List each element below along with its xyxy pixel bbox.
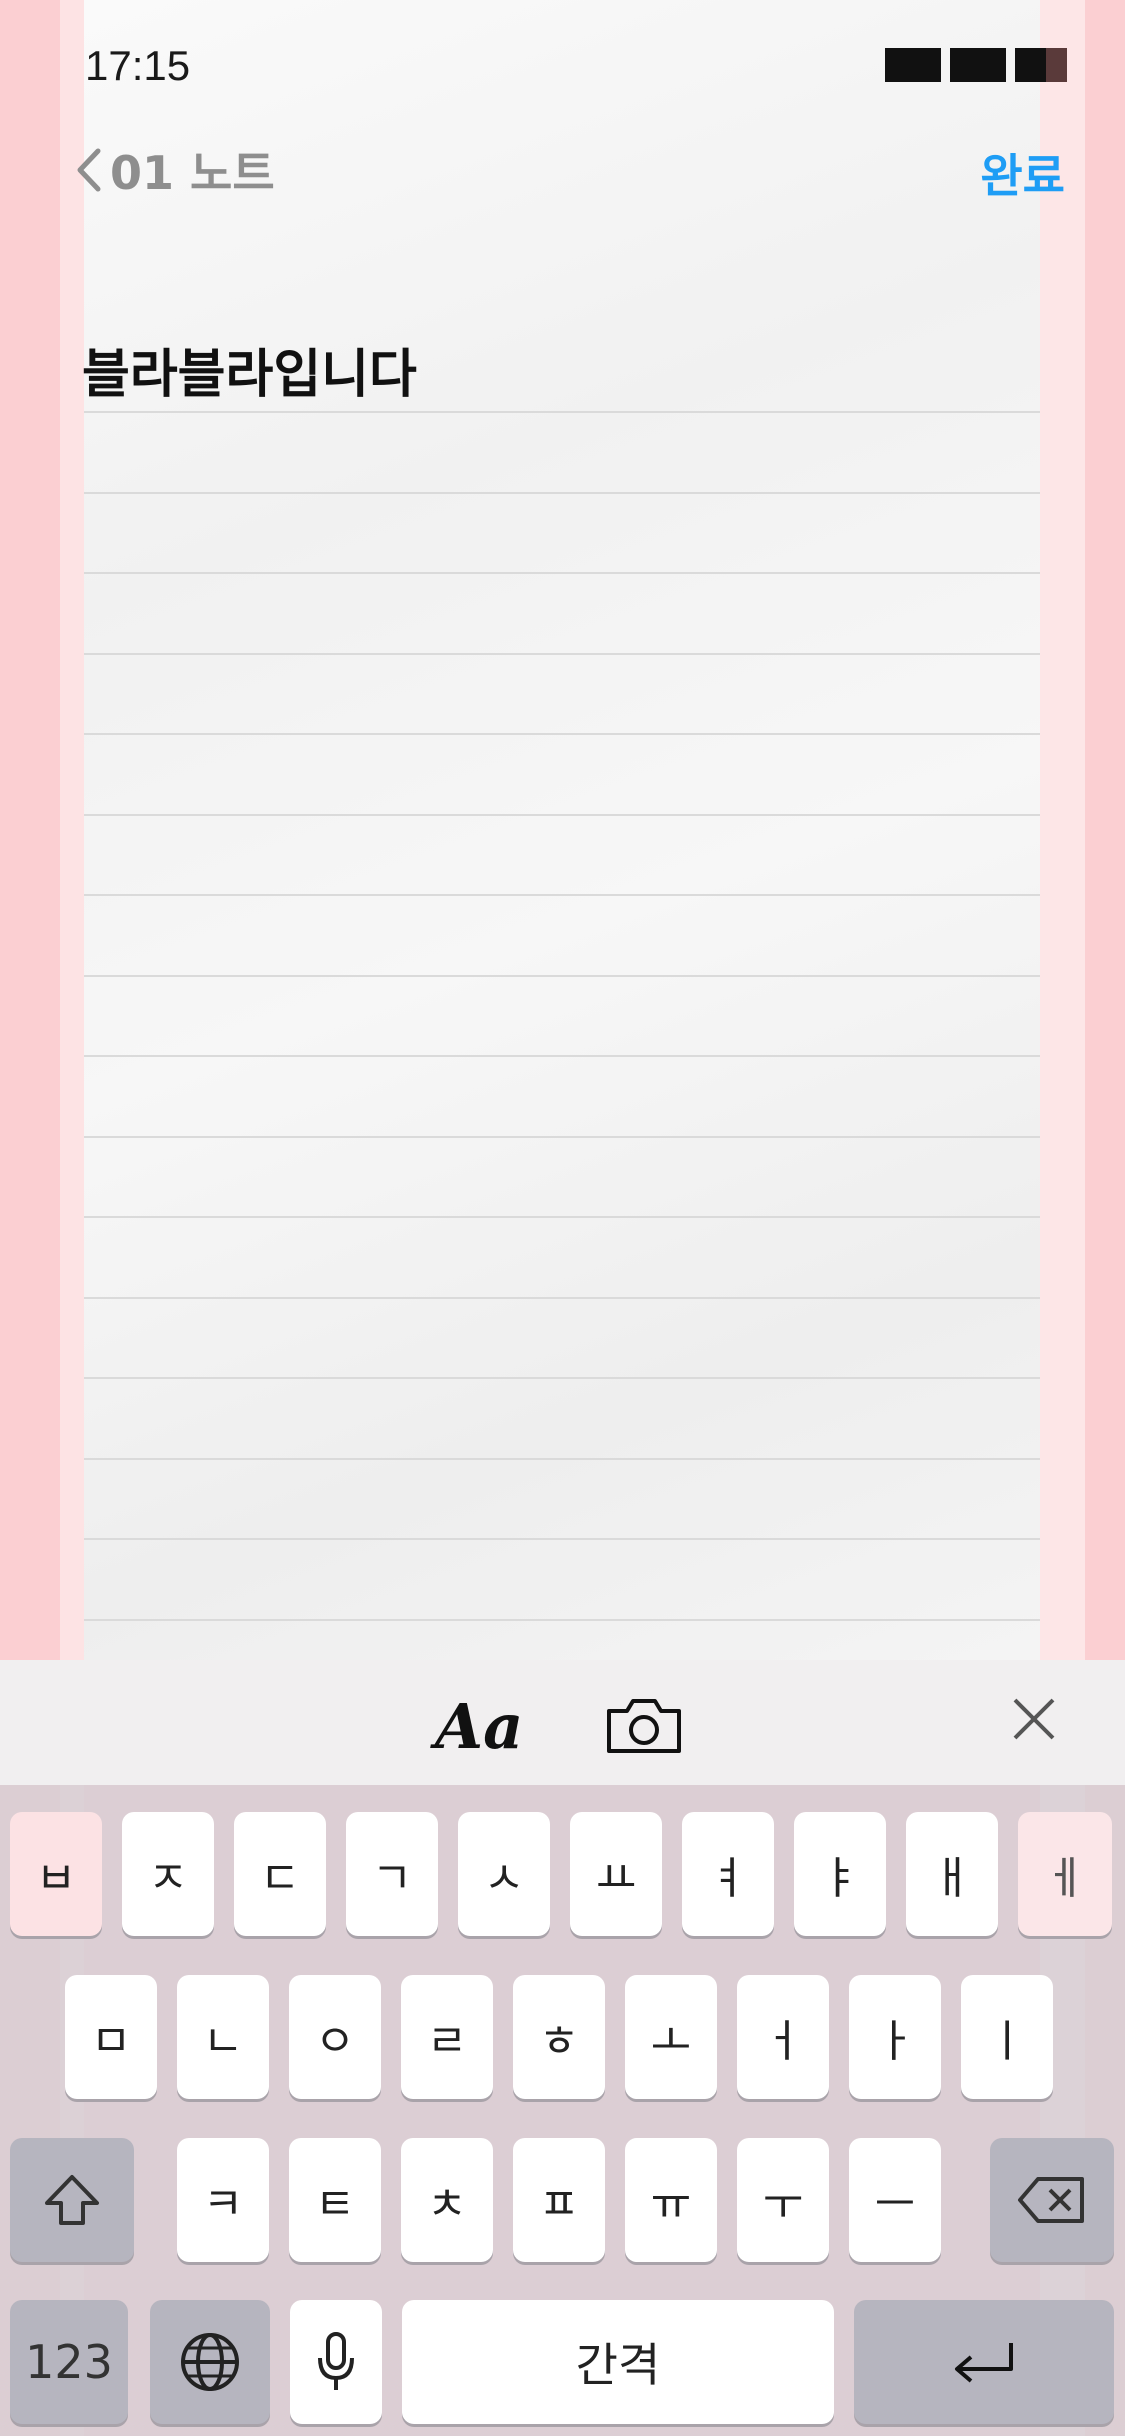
key[interactable]: ㅅ [458, 1812, 550, 1936]
key[interactable]: ㄴ [177, 1975, 269, 2099]
key[interactable]: ㅡ [849, 2138, 941, 2262]
return-key[interactable] [854, 2300, 1114, 2424]
battery-icon [1015, 48, 1067, 82]
numbers-key[interactable]: 123 [10, 2300, 128, 2424]
ruled-line [84, 1538, 1040, 1540]
key[interactable]: ㄱ [346, 1812, 438, 1936]
back-button[interactable]: 01 노트 [70, 140, 275, 200]
done-button[interactable]: 완료 [980, 140, 1065, 206]
ruled-line [84, 1216, 1040, 1218]
ruled-line [84, 653, 1040, 655]
note-paper[interactable] [84, 0, 1040, 1660]
key[interactable]: ㅑ [794, 1812, 886, 1936]
key[interactable]: ㅓ [737, 1975, 829, 2099]
microphone-key[interactable] [290, 2300, 382, 2424]
key[interactable]: ㅂ [10, 1812, 102, 1936]
ruled-line [84, 411, 1040, 413]
editing-toolbar: Aa [0, 1660, 1125, 1785]
key[interactable]: ㅠ [625, 2138, 717, 2262]
close-icon[interactable] [1005, 1690, 1063, 1748]
globe-icon [181, 2333, 239, 2391]
camera-icon[interactable] [605, 1695, 683, 1755]
key[interactable]: ㄹ [401, 1975, 493, 2099]
return-icon [955, 2343, 1013, 2383]
signal-icon [885, 48, 941, 82]
note-body-text[interactable]: 블라블라입니다 [82, 332, 417, 407]
ruled-line [84, 492, 1040, 494]
key[interactable]: ㅗ [625, 1975, 717, 2099]
globe-key[interactable] [150, 2300, 270, 2424]
key[interactable]: ㅁ [65, 1975, 157, 2099]
wifi-icon [950, 48, 1006, 82]
key[interactable]: ㅏ [849, 1975, 941, 2099]
key[interactable]: ㅈ [122, 1812, 214, 1936]
status-time: 17:15 [85, 42, 191, 89]
space-key[interactable]: 간격 [402, 2300, 834, 2424]
ruled-line [84, 733, 1040, 735]
backspace-icon [1018, 2177, 1084, 2223]
ruled-line [84, 814, 1040, 816]
key[interactable]: ㅜ [737, 2138, 829, 2262]
shift-icon [45, 2175, 99, 2225]
microphone-icon [318, 2332, 354, 2390]
key[interactable]: ㅌ [289, 2138, 381, 2262]
key[interactable]: ㅐ [906, 1812, 998, 1936]
backspace-key[interactable] [990, 2138, 1114, 2262]
key[interactable]: ㅔ [1018, 1812, 1112, 1936]
key[interactable]: ㄷ [234, 1812, 326, 1936]
ruled-line [84, 1297, 1040, 1299]
status-indicators [885, 48, 1067, 82]
ruled-line [84, 572, 1040, 574]
key[interactable]: ㅇ [289, 1975, 381, 2099]
ruled-line [84, 1458, 1040, 1460]
shift-key[interactable] [10, 2138, 134, 2262]
ruled-line [84, 1619, 1040, 1621]
ruled-line [84, 1055, 1040, 1057]
key[interactable]: ㅛ [570, 1812, 662, 1936]
key[interactable]: ㅕ [682, 1812, 774, 1936]
key[interactable]: ㅎ [513, 1975, 605, 2099]
ruled-line [84, 975, 1040, 977]
ruled-line [84, 1136, 1040, 1138]
key[interactable]: ㅍ [513, 2138, 605, 2262]
ruled-line [84, 1377, 1040, 1379]
back-chevron-icon [77, 148, 101, 192]
key[interactable]: ㅋ [177, 2138, 269, 2262]
back-label: 01 노트 [110, 146, 275, 200]
key[interactable]: ㅣ [961, 1975, 1053, 2099]
key[interactable]: ㅊ [401, 2138, 493, 2262]
korean-keyboard: ㅂ ㅈ ㄷ ㄱ ㅅ ㅛ ㅕ ㅑ ㅐ ㅔ ㅁ ㄴ ㅇ ㄹ ㅎ ㅗ ㅓ ㅏ ㅣ ㅋ … [0, 1785, 1125, 2436]
ruled-line [84, 894, 1040, 896]
format-button[interactable]: Aa [435, 1690, 523, 1763]
